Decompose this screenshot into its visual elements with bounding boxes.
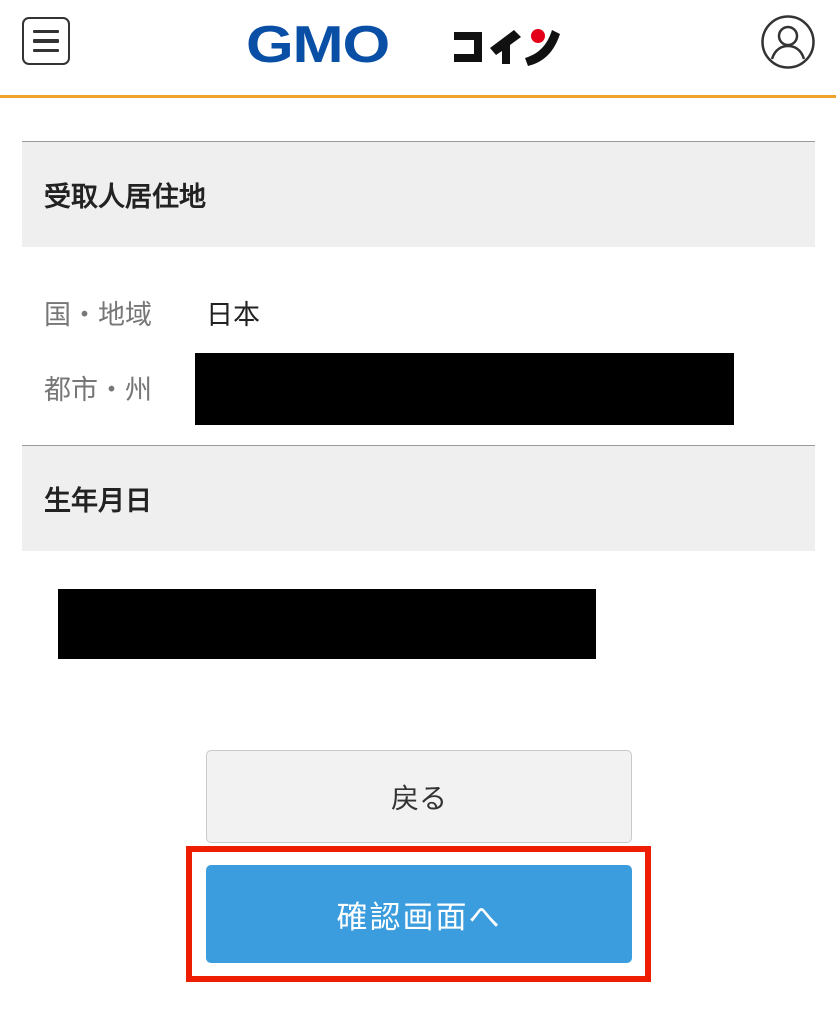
app-header: GMO [0, 0, 836, 98]
back-button[interactable]: 戻る [206, 750, 632, 843]
section-title: 生年月日 [44, 486, 152, 517]
hamburger-menu-icon[interactable] [22, 17, 70, 65]
menu-bar-1 [33, 29, 59, 34]
country-region-value: 日本 [206, 300, 260, 331]
gmo-coin-logo[interactable]: GMO [246, 12, 591, 74]
birthdate-redacted-value [58, 589, 596, 659]
city-state-label: 都市・州 [44, 375, 152, 406]
country-region-label: 国・地域 [44, 300, 152, 331]
section-title: 受取人居住地 [44, 182, 206, 213]
section-header-birthdate: 生年月日 [22, 445, 815, 551]
back-button-label: 戻る [390, 781, 447, 815]
user-icon-graphic [761, 15, 815, 69]
confirm-button-label: 確認画面へ [336, 899, 502, 936]
menu-bar-2 [33, 39, 59, 43]
gmo-coin-logo-graphic: GMO [246, 16, 560, 74]
city-state-redacted-value [195, 353, 734, 425]
user-account-icon[interactable] [760, 14, 816, 70]
menu-bar-3 [33, 48, 59, 53]
svg-text:GMO: GMO [246, 16, 389, 72]
confirm-screen-button[interactable]: 確認画面へ [206, 865, 632, 963]
section-header-recipient-address: 受取人居住地 [22, 141, 815, 247]
